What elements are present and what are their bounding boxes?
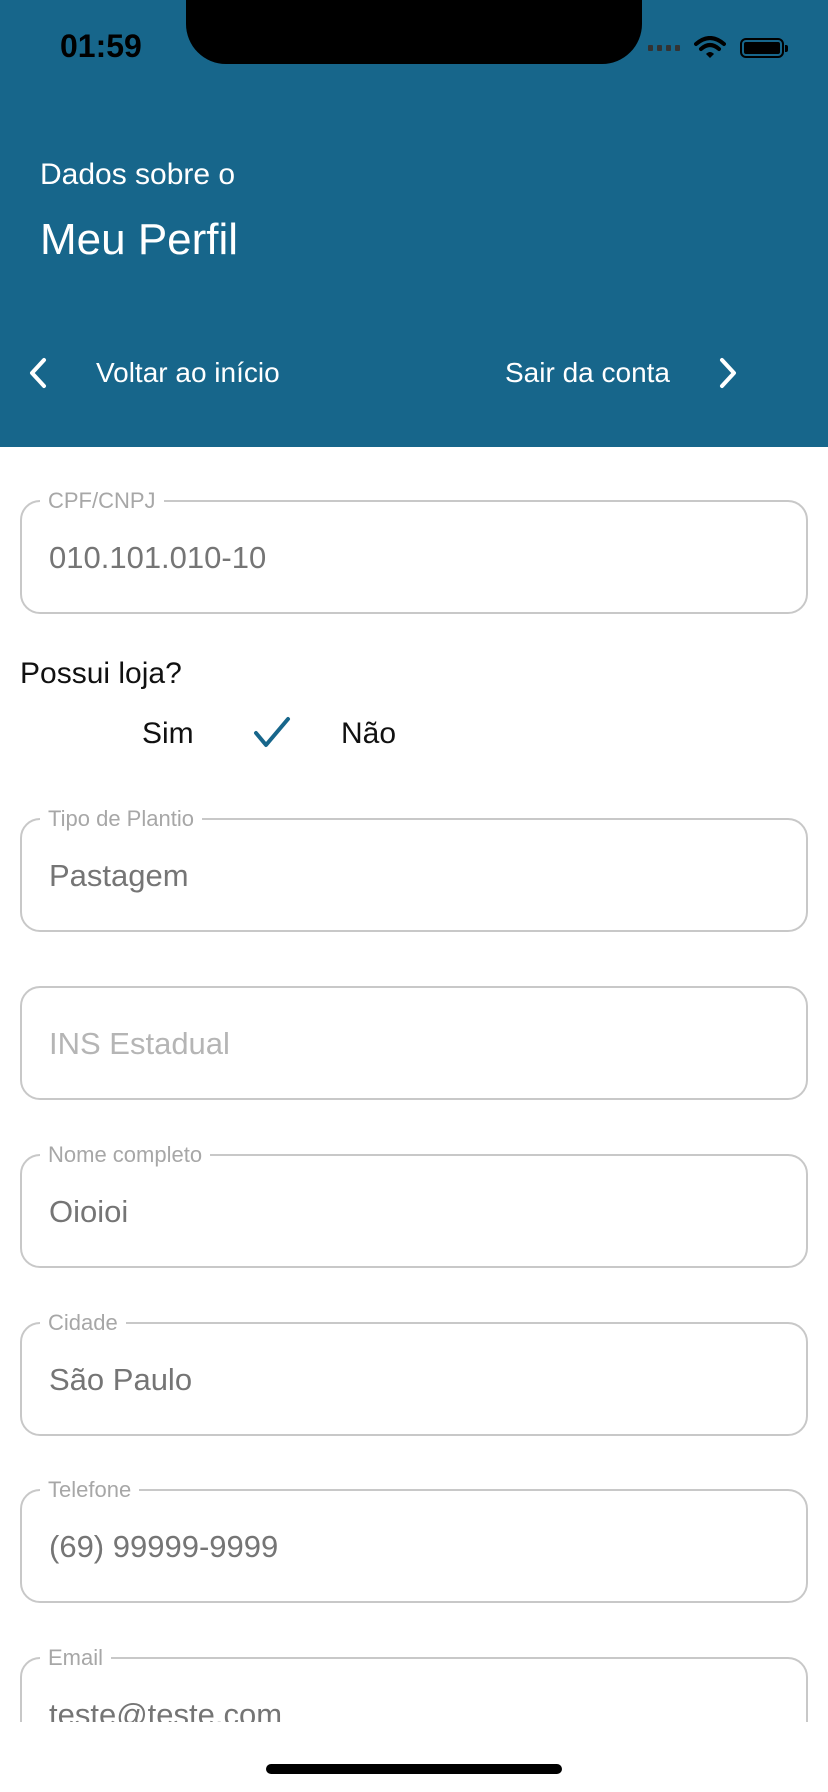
- store-options: Sim Não: [0, 713, 828, 773]
- telefone-label: Telefone: [40, 1477, 140, 1503]
- status-time: 01:59: [60, 28, 142, 64]
- store-question: Possui loja?: [20, 657, 182, 690]
- nome-label: Nome completo: [40, 1142, 211, 1168]
- logout-button[interactable]: Sair da conta: [505, 356, 740, 390]
- telefone-value: (69) 99999-9999: [49, 1529, 279, 1564]
- checkmark-icon[interactable]: [252, 713, 292, 753]
- header-subtitle: Dados sobre o: [40, 158, 236, 191]
- option-nao[interactable]: Não: [341, 717, 396, 751]
- home-bar-area: [0, 1722, 828, 1792]
- ins-estadual-field[interactable]: INS Estadual: [20, 986, 808, 1100]
- home-indicator[interactable]: [266, 1764, 562, 1774]
- cpf-label: CPF/CNPJ: [40, 488, 164, 514]
- plantio-label: Tipo de Plantio: [40, 806, 202, 832]
- email-label: Email: [40, 1645, 112, 1671]
- option-sim[interactable]: Sim: [142, 717, 194, 751]
- battery-icon: [740, 38, 788, 58]
- wifi-icon: [694, 36, 726, 58]
- chevron-right-icon: [720, 358, 736, 388]
- nome-value: Oioioi: [49, 1194, 129, 1229]
- device-notch: [186, 0, 642, 64]
- cellular-signal-icon: [648, 45, 680, 51]
- nome-field[interactable]: Nome completo Oioioi: [20, 1142, 808, 1268]
- back-to-home-label: Voltar ao início: [96, 357, 280, 388]
- cpf-value: 010.101.010-10: [49, 540, 267, 575]
- plantio-value: Pastagem: [49, 858, 189, 893]
- chevron-left-icon: [30, 358, 46, 388]
- telefone-field[interactable]: Telefone (69) 99999-9999: [20, 1477, 808, 1603]
- ins-estadual-placeholder: INS Estadual: [49, 1026, 230, 1061]
- profile-screen: Dados sobre o Meu Perfil Voltar ao iníci…: [0, 0, 828, 1792]
- cpf-field[interactable]: CPF/CNPJ 010.101.010-10: [20, 488, 808, 614]
- back-to-home-button[interactable]: Voltar ao início: [26, 356, 280, 390]
- cidade-field[interactable]: Cidade São Paulo: [20, 1310, 808, 1436]
- header: Dados sobre o Meu Perfil Voltar ao iníci…: [0, 0, 828, 447]
- cidade-label: Cidade: [40, 1310, 126, 1336]
- status-icons: [648, 36, 788, 60]
- logout-label: Sair da conta: [505, 357, 670, 388]
- cidade-value: São Paulo: [49, 1362, 193, 1397]
- plantio-field[interactable]: Tipo de Plantio Pastagem: [20, 806, 808, 932]
- page-title: Meu Perfil: [40, 215, 239, 264]
